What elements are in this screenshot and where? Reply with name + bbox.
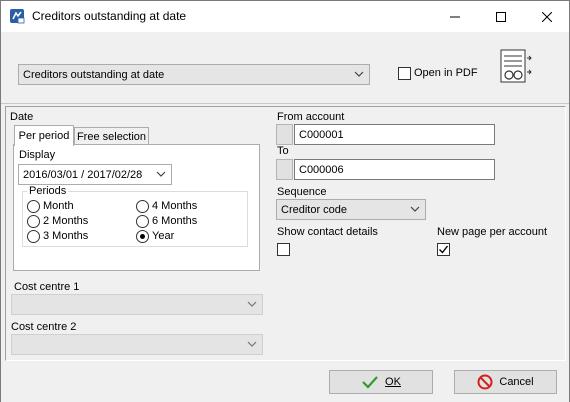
- cancel-button-label: Cancel: [499, 376, 534, 388]
- period-6-months-radio[interactable]: [136, 215, 149, 228]
- chevron-down-icon: [156, 171, 166, 177]
- period-month-label: Month: [43, 200, 74, 212]
- maximize-button[interactable]: [478, 1, 524, 32]
- period-4-months-label: 4 Months: [152, 200, 198, 212]
- period-year-label: Year: [152, 230, 175, 242]
- to-account-lookup-button[interactable]: [276, 159, 293, 180]
- app-icon: [9, 8, 25, 24]
- check-icon: [362, 376, 378, 389]
- sequence-label: Sequence: [277, 186, 327, 198]
- period-year-radio[interactable]: [136, 230, 149, 243]
- checkmark-icon: [439, 245, 449, 254]
- display-period-value: 2016/03/01 / 2017/02/28: [23, 168, 143, 181]
- chevron-down-icon: [247, 341, 257, 347]
- from-account-label: From account: [277, 111, 345, 123]
- open-in-pdf-label: Open in PDF: [414, 67, 478, 79]
- periods-label: Periods: [27, 185, 69, 197]
- dialog-window: Creditors outstanding at date Creditors …: [0, 0, 570, 402]
- period-4-months-radio[interactable]: [136, 200, 149, 213]
- period-2-months-radio[interactable]: [27, 215, 40, 228]
- print-preview-icon[interactable]: [499, 48, 533, 86]
- to-account-label: To: [277, 145, 289, 157]
- cost-centre-2-label: Cost centre 2: [11, 321, 77, 333]
- new-page-checkbox[interactable]: [437, 243, 450, 256]
- display-period-select[interactable]: 2016/03/01 / 2017/02/28: [18, 164, 172, 185]
- cost-centre-2-select[interactable]: [11, 334, 263, 355]
- period-2-months-label: 2 Months: [43, 215, 89, 227]
- new-page-label: New page per account: [437, 226, 548, 238]
- cancel-button[interactable]: Cancel: [454, 370, 557, 394]
- sequence-select[interactable]: Creditor code: [276, 199, 426, 220]
- show-contact-label: Show contact details: [277, 226, 378, 238]
- period-3-months-radio[interactable]: [27, 230, 40, 243]
- from-account-field[interactable]: C000001: [294, 124, 495, 145]
- title-bar[interactable]: Creditors outstanding at date: [1, 1, 569, 32]
- show-contact-checkbox[interactable]: [277, 243, 290, 256]
- close-button[interactable]: [524, 1, 570, 32]
- ok-button-label: OK: [385, 376, 401, 388]
- from-account-lookup-button[interactable]: [276, 124, 293, 145]
- open-in-pdf-checkbox[interactable]: [398, 67, 411, 80]
- period-month-radio[interactable]: [27, 200, 40, 213]
- to-account-value: C000006: [299, 163, 344, 176]
- minimize-icon: [450, 16, 460, 17]
- date-section-label: Date: [10, 111, 34, 123]
- sequence-value: Creditor code: [281, 203, 348, 216]
- cost-centre-1-select[interactable]: [11, 294, 263, 315]
- display-label: Display: [19, 149, 56, 161]
- report-select[interactable]: Creditors outstanding at date: [18, 64, 370, 85]
- close-icon: [542, 11, 552, 22]
- maximize-icon: [496, 11, 506, 22]
- tab-per-period[interactable]: Per period: [14, 125, 74, 146]
- tab-per-period-label: Per period: [18, 130, 70, 142]
- period-6-months-label: 6 Months: [152, 215, 198, 227]
- ok-button[interactable]: OK: [329, 370, 433, 394]
- window-title: Creditors outstanding at date: [32, 9, 187, 23]
- to-account-field[interactable]: C000006: [294, 159, 495, 180]
- from-account-value: C000001: [299, 128, 344, 141]
- tab-free-selection-label: Free selection: [76, 130, 147, 143]
- period-3-months-label: 3 Months: [43, 230, 89, 242]
- minimize-button[interactable]: [432, 1, 478, 32]
- report-select-value: Creditors outstanding at date: [23, 68, 165, 81]
- cancel-icon: [477, 374, 493, 390]
- chevron-down-icon: [410, 206, 420, 212]
- chevron-down-icon: [354, 71, 364, 77]
- chevron-down-icon: [247, 301, 257, 307]
- cost-centre-1-label: Cost centre 1: [14, 281, 80, 293]
